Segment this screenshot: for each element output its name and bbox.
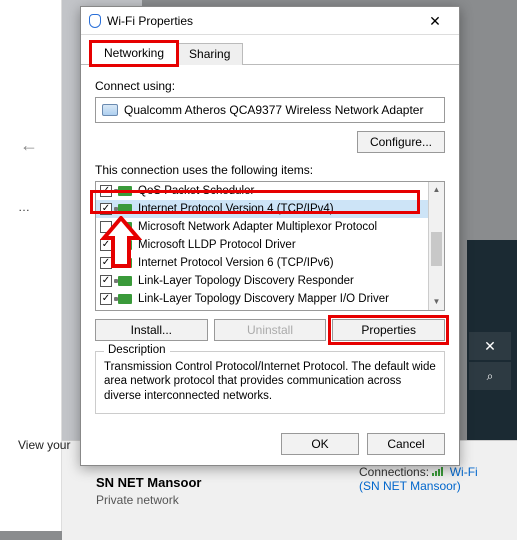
items-label: This connection uses the following items… [95, 163, 445, 177]
bg-close-button[interactable]: ✕ [469, 332, 511, 360]
truncated-text: … [18, 200, 30, 214]
configure-button[interactable]: Configure... [357, 131, 445, 153]
protocol-icon [118, 222, 132, 232]
scroll-down-button[interactable]: ▼ [429, 294, 444, 310]
adapter-icon [102, 104, 118, 116]
wifi-properties-dialog: Wi-Fi Properties ✕ Networking Sharing Co… [80, 6, 460, 466]
ok-button[interactable]: OK [281, 433, 359, 455]
protocol-icon [118, 294, 132, 304]
list-item[interactable]: Microsoft Network Adapter Multiplexor Pr… [96, 218, 444, 236]
description-text: Transmission Control Protocol/Internet P… [104, 360, 436, 403]
list-item[interactable]: QoS Packet Scheduler [96, 182, 444, 200]
tab-sharing[interactable]: Sharing [176, 43, 243, 65]
protocol-icon [118, 240, 132, 250]
description-group: Description Transmission Control Protoco… [95, 351, 445, 414]
tab-bar: Networking Sharing [81, 39, 459, 65]
connect-using-label: Connect using: [95, 79, 445, 93]
wifi-signal-icon [432, 466, 444, 476]
cancel-button[interactable]: Cancel [367, 433, 445, 455]
titlebar: Wi-Fi Properties ✕ [81, 7, 459, 35]
connection-items-listbox[interactable]: QoS Packet Scheduler Internet Protocol Ve… [95, 181, 445, 311]
list-item[interactable]: Microsoft LLDP Protocol Driver [96, 236, 444, 254]
protocol-icon [118, 186, 132, 196]
adapter-name-box: Qualcomm Atheros QCA9377 Wireless Networ… [95, 97, 445, 123]
protocol-icon [118, 258, 132, 268]
list-item[interactable]: Link-Layer Topology Discovery Responder [96, 272, 444, 290]
connection-status: Connections: Wi-Fi (SN NET Mansoor) [359, 465, 499, 493]
network-type: Private network [96, 493, 179, 507]
list-item[interactable]: Internet Protocol Version 4 (TCP/IPv4) [96, 200, 444, 218]
checkbox-icon[interactable] [100, 221, 112, 233]
protocol-icon [118, 204, 132, 214]
list-item-label: Microsoft Network Adapter Multiplexor Pr… [138, 221, 377, 233]
bg-search-button[interactable]: ⌕ [469, 362, 511, 390]
list-item-label: Internet Protocol Version 4 (TCP/IPv4) [138, 203, 334, 215]
window-title: Wi-Fi Properties [107, 14, 417, 28]
list-item[interactable]: Internet Protocol Version 6 (TCP/IPv6) [96, 254, 444, 272]
properties-button[interactable]: Properties [332, 319, 445, 341]
scroll-up-button[interactable]: ▲ [429, 182, 444, 198]
list-item-label: Link-Layer Topology Discovery Responder [138, 275, 354, 287]
wifi-adapter-icon [89, 14, 101, 28]
list-item-label: Internet Protocol Version 6 (TCP/IPv6) [138, 257, 334, 269]
install-button[interactable]: Install... [95, 319, 208, 341]
list-item-label: QoS Packet Scheduler [138, 185, 254, 197]
scroll-thumb[interactable] [431, 232, 442, 266]
description-legend: Description [104, 344, 170, 356]
back-arrow-icon[interactable]: ← [20, 135, 38, 156]
list-item-label: Link-Layer Topology Discovery Mapper I/O… [138, 293, 389, 305]
listbox-scrollbar[interactable]: ▲ ▼ [428, 182, 444, 310]
close-button[interactable]: ✕ [417, 10, 453, 32]
view-your-label: View your [18, 438, 70, 452]
protocol-icon [118, 276, 132, 286]
list-item[interactable]: Link-Layer Topology Discovery Mapper I/O… [96, 290, 444, 308]
checkbox-icon[interactable] [100, 293, 112, 305]
checkbox-icon[interactable] [100, 203, 112, 215]
checkbox-icon[interactable] [100, 257, 112, 269]
network-name: SN NET Mansoor [96, 475, 201, 490]
connections-label: Connections: [359, 465, 429, 479]
checkbox-icon[interactable] [100, 185, 112, 197]
checkbox-icon[interactable] [100, 239, 112, 251]
tab-networking[interactable]: Networking [91, 42, 177, 65]
checkbox-icon[interactable] [100, 275, 112, 287]
adapter-name: Qualcomm Atheros QCA9377 Wireless Networ… [124, 103, 423, 117]
list-item-label: Microsoft LLDP Protocol Driver [138, 239, 296, 251]
uninstall-button: Uninstall [214, 319, 327, 341]
